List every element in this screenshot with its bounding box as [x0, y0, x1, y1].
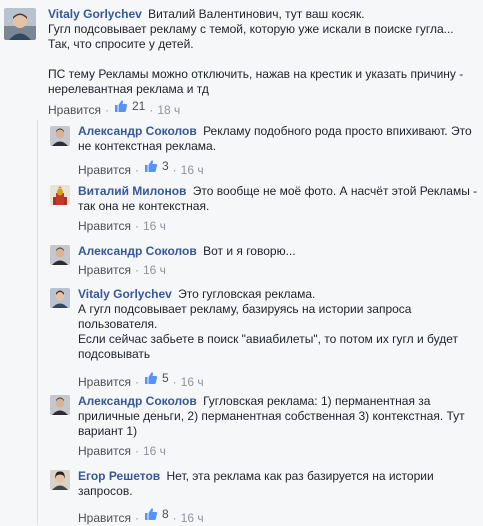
replier-avatar[interactable] — [50, 126, 70, 146]
reply-body: Егор Решетов Нет, эта реклама как раз ба… — [78, 469, 478, 499]
reply-actions: Нравится · 16 ч — [78, 218, 166, 234]
reply: Александр Соколов Вот и я говорю... Нрав… — [48, 240, 483, 285]
replier-avatar[interactable] — [50, 185, 70, 205]
separator-dot: · — [172, 375, 177, 389]
separator-dot: · — [134, 511, 139, 525]
like-link[interactable]: Нравится — [78, 163, 131, 177]
reply-actions: Нравится · 16 ч — [78, 443, 166, 459]
reply: Егор Решетов Нет, эта реклама как раз ба… — [48, 465, 483, 525]
reply-actions: Нравится · 8 · 16 ч — [78, 506, 204, 525]
separator-dot: · — [134, 163, 139, 177]
reply-body: Александр Соколов Вот и я говорю... — [78, 244, 478, 259]
reply-thread-line — [37, 120, 38, 525]
timestamp[interactable]: 18 ч — [157, 103, 180, 117]
reply-author[interactable]: Vitaly Gorlychev — [78, 287, 172, 301]
reply-body: Виталий Милонов Это вообще не моё фото. … — [78, 184, 478, 214]
thumbs-up-icon — [144, 160, 158, 172]
replier-avatar[interactable] — [50, 470, 70, 490]
separator-dot: · — [149, 103, 154, 117]
person-photo-icon — [50, 395, 70, 415]
reactions-count[interactable]: 5 — [143, 370, 169, 386]
reactions-count[interactable]: 8 — [143, 506, 169, 522]
like-link[interactable]: Нравится — [78, 375, 131, 389]
reply-author[interactable]: Александр Соколов — [78, 244, 197, 258]
comment-actions: Нравится · 21 · 18 ч — [48, 98, 180, 117]
reply-author[interactable]: Александр Соколов — [78, 394, 197, 408]
like-link[interactable]: Нравится — [78, 219, 131, 233]
reply-text: Вот и я говорю... — [203, 244, 296, 258]
timestamp[interactable]: 16 ч — [143, 219, 166, 233]
reply-author[interactable]: Виталий Милонов — [78, 184, 186, 198]
church-photo-icon — [50, 185, 70, 205]
reply-body: Vitaly Gorlychev Это гугловская реклама.… — [78, 287, 478, 362]
like-link[interactable]: Нравится — [48, 103, 101, 117]
timestamp[interactable]: 16 ч — [181, 511, 204, 525]
person-photo-icon — [50, 470, 70, 490]
reply-author[interactable]: Егор Решетов — [78, 469, 160, 483]
person-photo-icon — [50, 245, 70, 265]
reply-body: Александр Соколов Рекламу подобного рода… — [78, 124, 478, 154]
person-photo-icon — [50, 288, 70, 308]
like-link[interactable]: Нравится — [78, 511, 131, 525]
separator-dot: · — [172, 163, 177, 177]
person-photo-icon — [50, 126, 70, 146]
reply: Vitaly Gorlychev Это гугловская реклама.… — [48, 285, 483, 390]
separator-dot: · — [134, 444, 139, 458]
comment: Vitaly Gorlychev Виталий Валентинович, т… — [0, 0, 483, 120]
replier-avatar[interactable] — [50, 395, 70, 415]
reply-body: Александр Соколов Гугловская реклама: 1)… — [78, 394, 478, 439]
reply-actions: Нравится · 5 · 16 ч — [78, 370, 204, 389]
reply-actions: Нравится · 16 ч — [78, 262, 166, 278]
separator-dot: · — [172, 511, 177, 525]
person-photo-icon — [4, 8, 36, 40]
reactions-count[interactable]: 21 — [113, 98, 145, 114]
commenter-avatar[interactable] — [4, 8, 36, 40]
reply: Александр Соколов Гугловская реклама: 1)… — [48, 390, 483, 465]
timestamp[interactable]: 16 ч — [181, 375, 204, 389]
reply: Виталий Милонов Это вообще не моё фото. … — [48, 180, 483, 240]
thumbs-up-icon — [144, 508, 158, 520]
reply: Александр Соколов Рекламу подобного рода… — [48, 120, 483, 180]
thumbs-up-icon — [114, 100, 128, 112]
separator-dot: · — [134, 375, 139, 389]
reply-author[interactable]: Александр Соколов — [78, 124, 197, 138]
like-link[interactable]: Нравится — [78, 444, 131, 458]
reply-actions: Нравится · 3 · 16 ч — [78, 158, 204, 177]
comment-author[interactable]: Vitaly Gorlychev — [48, 7, 142, 21]
separator-dot: · — [134, 263, 139, 277]
like-link[interactable]: Нравится — [78, 263, 131, 277]
separator-dot: · — [134, 219, 139, 233]
replier-avatar[interactable] — [50, 288, 70, 308]
reactions-count[interactable]: 3 — [143, 158, 169, 174]
comment-body: Vitaly Gorlychev Виталий Валентинович, т… — [48, 7, 468, 97]
replier-avatar[interactable] — [50, 245, 70, 265]
timestamp[interactable]: 16 ч — [181, 163, 204, 177]
separator-dot: · — [104, 103, 109, 117]
timestamp[interactable]: 16 ч — [143, 263, 166, 277]
timestamp[interactable]: 16 ч — [143, 444, 166, 458]
thumbs-up-icon — [144, 372, 158, 384]
